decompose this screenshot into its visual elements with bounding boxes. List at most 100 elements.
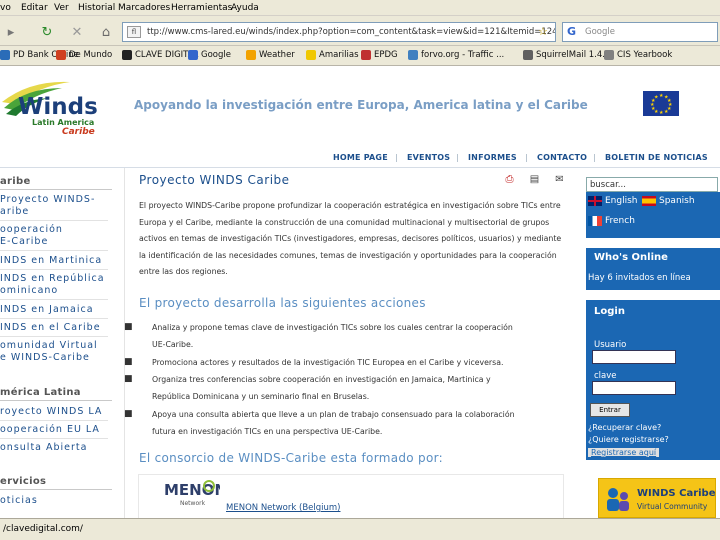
site-search-input[interactable]: buscar... [586, 177, 718, 192]
bookmark-label: forvo.org - Traffic ... [421, 50, 505, 60]
sidebar-item-winds-jamaica[interactable]: INDS en Jamaica [0, 304, 94, 315]
menon-logo[interactable]: MENON Network [164, 478, 227, 508]
bookmark-item[interactable]: De Mundo [56, 50, 112, 60]
menu-item-help[interactable]: Ayuda [231, 3, 259, 13]
bookmark-item[interactable]: Amarilias [306, 50, 359, 60]
browser-search-placeholder: Google [585, 27, 615, 37]
reload-icon[interactable]: ↻ [38, 23, 56, 41]
lang-spanish[interactable]: Spanish [642, 196, 695, 206]
bookmark-favicon-icon [361, 50, 371, 60]
login-button[interactable]: Entrar [590, 403, 630, 417]
svg-text:★: ★ [664, 109, 669, 115]
menu-item-edit[interactable]: Editar [21, 3, 48, 13]
status-bar: /clavedigital.com/ [0, 518, 720, 540]
site-tagline: Apoyando la investigación entre Europa, … [134, 98, 588, 112]
nav-separator: | [593, 153, 596, 162]
forward-icon[interactable]: ▸ [2, 23, 20, 41]
nav-events[interactable]: EVENTOS [407, 153, 450, 162]
sidebar-divider [0, 318, 108, 319]
forgot-password-link[interactable]: ¿Recuperar clave? [588, 423, 661, 432]
bookmark-item[interactable]: EPDG [361, 50, 398, 60]
sidebar-item-winds-caribe[interactable]: INDS en el Caribe [0, 322, 101, 333]
browser-navbar: ▸ ↻ ✕ ⌂ fl ttp://www.cms-lared.eu/winds/… [0, 16, 720, 46]
register-link[interactable]: ¿Quiere registrarse? [588, 435, 669, 444]
sidebar-heading-caribe: aribe [0, 176, 31, 187]
login-box: Login Usuario clave ¿Recuperar clave? ¿Q… [586, 300, 720, 460]
action-1-line-1: Analiza y propone temas clave de investi… [152, 323, 513, 332]
sidebar-item-consulta-abierta[interactable]: onsulta Abierta [0, 442, 87, 453]
bookmark-item[interactable]: Weather [246, 50, 295, 60]
sidebar-divider [0, 438, 108, 439]
bookmark-label: EPDG [374, 50, 398, 60]
browser-search-input[interactable]: G Google [562, 22, 718, 42]
eu-flag-icon: ★ ★ ★ ★ ★ ★ ★ ★ ★ ★ ★ ★ [643, 91, 679, 116]
sidebar-item-winds-republica[interactable]: INDS en República [0, 273, 105, 284]
action-3-line-1: Organiza tres conferencias sobre coopera… [152, 375, 491, 384]
partner-link-menon[interactable]: MENON Network (Belgium) [226, 503, 340, 513]
nav-home[interactable]: HOME PAGE [333, 153, 388, 162]
lang-french[interactable]: French [588, 216, 635, 226]
sidebar-item-cooperacion-cont[interactable]: E-Caribe [0, 236, 48, 247]
logo-title: Winds [18, 94, 98, 120]
bookmark-item[interactable]: CIS Yearbook [604, 50, 672, 60]
sidebar-divider [0, 336, 108, 337]
bookmark-favicon-icon [122, 50, 132, 60]
nav-newsletter[interactable]: BOLETIN DE NOTICIAS [605, 153, 708, 162]
home-icon[interactable]: ⌂ [97, 23, 115, 41]
menu-item-history[interactable]: Historial [78, 3, 115, 13]
bookmark-item[interactable]: SquirrelMail 1.4.4 [523, 50, 610, 60]
action-1-line-2: UE-Caribe. [152, 340, 194, 349]
lang-english[interactable]: English [588, 196, 638, 206]
username-input[interactable] [592, 350, 676, 364]
sidebar-item-proyecto-winds-caribe[interactable]: Proyecto WINDS- [0, 194, 95, 205]
bookmark-star-icon[interactable]: ☆ [538, 25, 548, 38]
bookmark-favicon-icon [523, 50, 533, 60]
nav-separator: | [456, 153, 459, 162]
svg-text:★: ★ [659, 110, 664, 116]
bullet-icon: ■ [124, 374, 133, 384]
register-button[interactable]: Registrarse aquí [588, 448, 660, 457]
address-bar[interactable]: fl ttp://www.cms-lared.eu/winds/index.ph… [122, 22, 556, 42]
menu-item-view[interactable]: Ver [54, 3, 69, 13]
sidebar-item-comunidad-virtual[interactable]: omunidad Virtual [0, 340, 98, 351]
email-icon[interactable]: ✉ [553, 174, 566, 187]
menon-logo-sub: Network [180, 500, 206, 507]
sidebar-item-winds-republica-cont[interactable]: ominicano [0, 285, 58, 296]
menu-item-file[interactable]: vo [0, 3, 11, 13]
bookmark-favicon-icon [0, 50, 10, 60]
print-icon[interactable]: ▤ [528, 174, 541, 187]
bullet-icon: ■ [124, 357, 133, 367]
stop-icon[interactable]: ✕ [68, 23, 86, 41]
password-input[interactable] [592, 381, 676, 395]
lang-spanish-label: Spanish [659, 196, 695, 206]
bookmark-item[interactable]: forvo.org - Traffic ... [408, 50, 504, 60]
action-2-line-1: Promociona actores y resultados de la in… [152, 358, 504, 367]
bookmark-label: Amarilias [319, 50, 359, 60]
bookmark-favicon-icon [246, 50, 256, 60]
whos-online-title: Who's Online [594, 252, 668, 263]
bookmark-favicon-icon [604, 50, 614, 60]
sidebar-heading-servicios: ervicios [0, 476, 47, 487]
sidebar-item-proyecto-winds-la[interactable]: royecto WINDS LA [0, 406, 102, 417]
address-url: ttp://www.cms-lared.eu/winds/index.php?o… [147, 27, 556, 37]
sidebar-item-noticias[interactable]: oticias [0, 495, 38, 506]
sidebar-item-cooperacion[interactable]: ooperación [0, 224, 63, 235]
bookmark-item[interactable]: Google [188, 50, 231, 60]
menu-item-bookmarks[interactable]: Marcadores [118, 3, 170, 13]
sidebar-item-winds-martinica[interactable]: INDS en Martinica [0, 255, 102, 266]
sidebar-item-comunidad-virtual-cont[interactable]: e WINDS-Caribe [0, 352, 90, 363]
sidebar-item-cooperacion-eu-la[interactable]: ooperación EU LA [0, 424, 100, 435]
lang-english-label: English [605, 196, 638, 206]
winds-logo[interactable]: Winds Latin America Caribe [0, 74, 112, 146]
winds-caribe-community-banner[interactable]: WINDS Caribe Virtual Community [598, 478, 716, 518]
sidebar-item-proyecto-winds-caribe-cont[interactable]: aribe [0, 206, 29, 217]
nav-reports[interactable]: INFORMES [468, 153, 517, 162]
sidebar-divider [0, 220, 108, 221]
sidebar-divider [0, 250, 108, 251]
pdf-icon[interactable]: ⎙ [503, 174, 516, 187]
bookmark-item[interactable]: CLAVE DIGITAL [122, 50, 198, 60]
nav-contact[interactable]: CONTACTO [537, 153, 587, 162]
menu-item-tools[interactable]: Herramientas [171, 3, 232, 13]
bookmarks-toolbar: PD Bank Online De Mundo CLAVE DIGITAL Googl… [0, 46, 720, 66]
bookmark-favicon-icon [306, 50, 316, 60]
